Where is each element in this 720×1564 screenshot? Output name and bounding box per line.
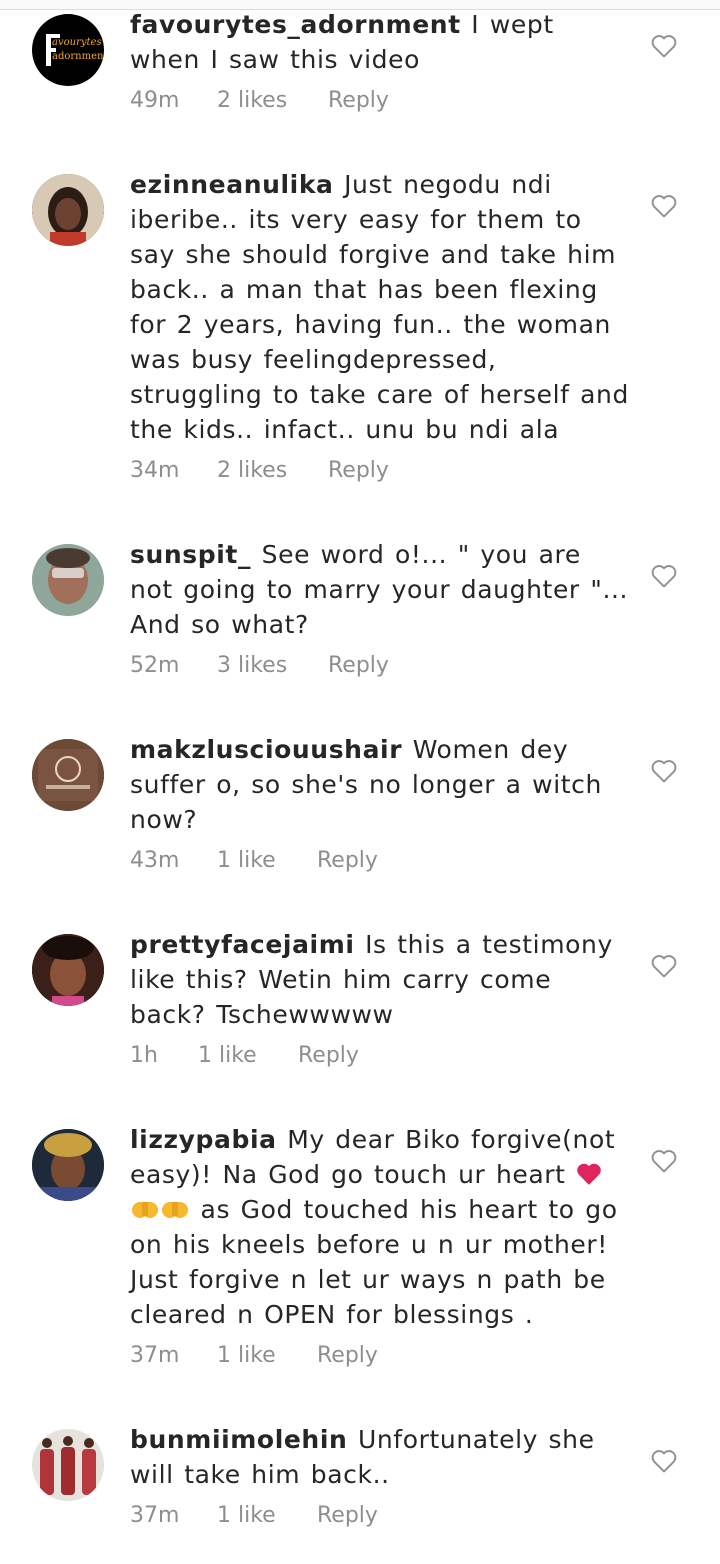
- heart-emoji: [577, 1163, 601, 1185]
- username[interactable]: ezinneanulika: [130, 170, 334, 199]
- likes-count[interactable]: 3 likes: [217, 653, 287, 678]
- comment-text: bunmiimolehin Unfortunately she will tak…: [130, 1422, 630, 1492]
- comment-text: prettyfacejaimi Is this a testimony like…: [130, 927, 630, 1032]
- likes-count[interactable]: 1 like: [217, 1343, 276, 1368]
- reply-button[interactable]: Reply: [298, 1043, 359, 1068]
- pray-emoji: [132, 1202, 158, 1218]
- avatar[interactable]: [32, 934, 104, 1006]
- avatar[interactable]: [32, 1429, 104, 1501]
- reply-button[interactable]: Reply: [328, 458, 389, 483]
- username[interactable]: bunmiimolehin: [130, 1425, 347, 1454]
- reply-button[interactable]: Reply: [317, 848, 378, 873]
- avatar[interactable]: [32, 739, 104, 811]
- heart-icon[interactable]: [650, 953, 678, 979]
- comment-text: ezinneanulika Just negodu ndi iberibe.. …: [130, 167, 630, 447]
- username[interactable]: sunspit_: [130, 540, 251, 569]
- comment-time: 49m: [130, 88, 180, 113]
- heart-icon[interactable]: [650, 193, 678, 219]
- username[interactable]: makzlusciouushair: [130, 735, 402, 764]
- pray-emoji: [162, 1202, 188, 1218]
- comment-time: 1h: [130, 1043, 158, 1068]
- comment-text: makzlusciouushair Women dey suffer o, so…: [130, 732, 630, 837]
- comment-text: sunspit_ See word o!... " you are not go…: [130, 537, 630, 642]
- likes-count[interactable]: 2 likes: [217, 458, 287, 483]
- avatar[interactable]: [32, 1129, 104, 1201]
- comment-time: 34m: [130, 458, 180, 483]
- likes-count[interactable]: 2 likes: [217, 88, 287, 113]
- avatar-photo: [32, 174, 104, 246]
- avatar-photo: [32, 1129, 104, 1201]
- comment-time: 37m: [130, 1503, 180, 1528]
- comment-body-part-2: as God touched his heart to go on his kn…: [130, 1195, 618, 1329]
- username[interactable]: favourytes_adornment: [130, 10, 461, 39]
- comment-time: 52m: [130, 653, 180, 678]
- heart-icon[interactable]: [650, 1448, 678, 1474]
- svg-text:avourytes: avourytes: [52, 37, 102, 48]
- avatar-photo: [32, 739, 104, 811]
- comment-time: 43m: [130, 848, 180, 873]
- likes-count[interactable]: 1 like: [217, 848, 276, 873]
- avatar[interactable]: [32, 544, 104, 616]
- heart-icon[interactable]: [650, 758, 678, 784]
- avatar[interactable]: avourytes adornment: [32, 14, 104, 86]
- favourytes-logo: avourytes adornment: [46, 34, 104, 66]
- username[interactable]: prettyfacejaimi: [130, 930, 355, 959]
- heart-icon[interactable]: [650, 33, 678, 59]
- avatar-photo: [32, 934, 104, 1006]
- comment-time: 37m: [130, 1343, 180, 1368]
- comment-body: Just negodu ndi iberibe.. its very easy …: [130, 170, 629, 444]
- avatar[interactable]: [32, 174, 104, 246]
- reply-button[interactable]: Reply: [317, 1503, 378, 1528]
- likes-count[interactable]: 1 like: [217, 1503, 276, 1528]
- username[interactable]: lizzypabia: [130, 1125, 277, 1154]
- heart-icon[interactable]: [650, 563, 678, 589]
- comment-text: lizzypabia My dear Biko forgive(not easy…: [130, 1122, 630, 1332]
- reply-button[interactable]: Reply: [317, 1343, 378, 1368]
- reply-button[interactable]: Reply: [328, 88, 389, 113]
- reply-button[interactable]: Reply: [328, 653, 389, 678]
- svg-text:adornment: adornment: [52, 51, 104, 62]
- avatar-photo: [32, 1429, 104, 1501]
- likes-count[interactable]: 1 like: [198, 1043, 257, 1068]
- avatar-photo: [32, 544, 104, 616]
- heart-icon[interactable]: [650, 1148, 678, 1174]
- comment-text: favourytes_adornment I wept when I saw t…: [130, 7, 630, 77]
